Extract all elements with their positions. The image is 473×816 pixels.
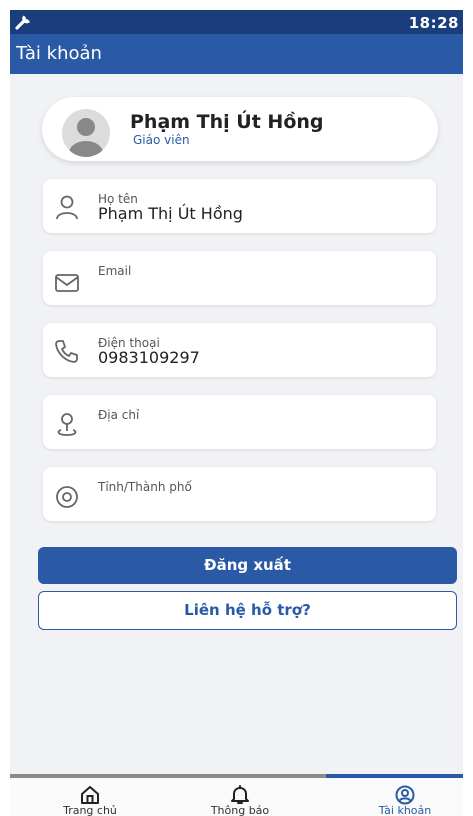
field-phone[interactable]: Điện thoại 0983109297 (43, 323, 436, 377)
nav-item-notifications[interactable]: Thông báo (190, 778, 290, 816)
field-value: Phạm Thị Út Hồng (98, 204, 243, 223)
field-province[interactable]: Tỉnh/Thành phố (43, 467, 436, 521)
mail-icon (55, 274, 79, 292)
nav-label: Tài khoản (378, 804, 432, 816)
support-button[interactable]: Liên hệ hỗ trợ? (38, 591, 457, 630)
phone-icon (55, 340, 78, 363)
map-pin-icon (56, 486, 78, 508)
user-avatar-icon (69, 118, 103, 157)
page-title: Tài khoản (16, 43, 102, 64)
account-icon (395, 785, 415, 805)
app-screen: 18:28 Tài khoản Phạm Thị Út Hồng Giáo vi… (10, 10, 463, 816)
home-icon (81, 786, 99, 804)
field-address[interactable]: Địa chỉ (43, 395, 436, 449)
status-bar: 18:28 (10, 10, 463, 34)
field-label: Email (98, 264, 132, 278)
field-value: 0983109297 (98, 348, 200, 367)
status-time: 18:28 (408, 14, 459, 32)
field-label: Địa chỉ (98, 408, 140, 422)
nav-label: Trang chủ (63, 804, 117, 816)
field-full-name[interactable]: Họ tên Phạm Thị Út Hồng (43, 179, 436, 233)
avatar (62, 109, 110, 157)
field-label: Tỉnh/Thành phố (98, 480, 192, 494)
field-email[interactable]: Email (43, 251, 436, 305)
nav-item-home[interactable]: Trang chủ (40, 778, 140, 816)
bottom-nav: Trang chủ Thông báo Tài khoản (10, 774, 463, 816)
logout-button[interactable]: Đăng xuất (38, 547, 457, 584)
nav-label: Thông báo (210, 804, 270, 816)
bell-icon (231, 785, 249, 804)
profile-role: Giáo viên (133, 133, 190, 147)
wrench-icon (15, 15, 30, 30)
app-header: Tài khoản (10, 34, 463, 74)
profile-card[interactable]: Phạm Thị Út Hồng Giáo viên (42, 97, 438, 161)
person-icon (56, 195, 78, 220)
nav-item-account[interactable]: Tài khoản (355, 778, 455, 816)
location-person-icon (57, 413, 77, 436)
profile-name: Phạm Thị Út Hồng (130, 111, 324, 133)
